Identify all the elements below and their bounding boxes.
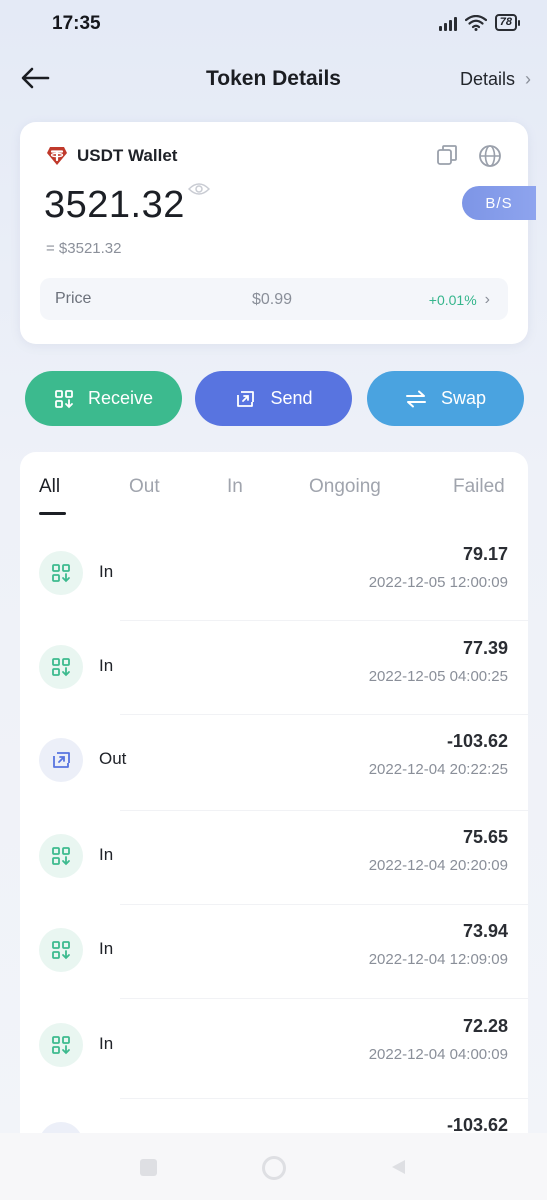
swap-arrows-icon (405, 390, 426, 407)
divider (120, 998, 528, 999)
transaction-row[interactable]: In 79.17 2022-12-05 12:00:09 (20, 544, 528, 645)
tab-failed[interactable]: Failed (453, 476, 505, 498)
divider (120, 1098, 528, 1099)
filter-tabs: All Out In Ongoing Failed (20, 476, 528, 516)
home-button[interactable] (262, 1156, 286, 1180)
transactions-panel: All Out In Ongoing Failed In 79.17 2022-… (20, 452, 528, 1166)
divider (120, 904, 528, 905)
status-bar: 17:35 78 (0, 0, 547, 50)
copy-icon[interactable] (436, 144, 458, 166)
receive-qr-icon (39, 551, 83, 595)
tab-out[interactable]: Out (129, 476, 160, 498)
transaction-row[interactable]: Out -103.62 2022-12-04 20:22:25 (20, 731, 528, 832)
receive-label: Receive (87, 388, 154, 408)
price-label: Price (55, 290, 92, 307)
wallet-card: USDT Wallet 3521.32 = $3521.32 B/S Price… (20, 122, 536, 344)
nav-bar: Token Details Details › (0, 52, 547, 108)
send-arrow-icon (237, 390, 255, 407)
tab-all[interactable]: All (39, 476, 60, 498)
receive-qr-icon (39, 928, 83, 972)
transaction-type: In (99, 656, 114, 675)
tab-ongoing[interactable]: Ongoing (309, 476, 381, 498)
transaction-type: In (99, 1034, 114, 1053)
price-change: +0.01% › (429, 291, 490, 309)
tether-logo-icon (47, 147, 67, 165)
transaction-date: 2022-12-04 12:09:09 (368, 951, 508, 968)
fiat-value: = $3521.32 (46, 240, 122, 257)
transaction-type: In (99, 845, 114, 864)
chevron-right-icon: › (484, 291, 490, 308)
wallet-name: USDT Wallet (77, 146, 178, 165)
transaction-date: 2022-12-05 12:00:09 (368, 574, 508, 591)
transaction-row[interactable]: In 75.65 2022-12-04 20:20:09 (20, 827, 528, 928)
transaction-amount: 72.28 (462, 1016, 508, 1036)
swap-button[interactable]: Swap (367, 371, 524, 426)
wallet-balance: 3521.32 (44, 184, 185, 226)
price-change-value: +0.01% (428, 292, 477, 308)
send-button[interactable]: Send (195, 371, 352, 426)
globe-icon[interactable] (478, 144, 502, 168)
receive-qr-icon (39, 645, 83, 689)
buy-sell-button[interactable]: B/S (462, 186, 536, 220)
wifi-icon (464, 14, 487, 31)
transaction-date: 2022-12-04 20:20:09 (368, 857, 508, 874)
receive-qr-icon (55, 389, 73, 408)
transaction-type: In (99, 939, 114, 958)
transaction-amount: 79.17 (462, 544, 508, 564)
transaction-amount: 75.65 (462, 827, 508, 847)
transaction-type: In (99, 562, 114, 581)
receive-qr-icon (39, 1023, 83, 1067)
tab-in[interactable]: In (227, 476, 243, 498)
wallet-header: USDT Wallet (46, 146, 177, 166)
transaction-row[interactable]: In 77.39 2022-12-05 04:00:25 (20, 638, 528, 739)
system-nav-bar (0, 1133, 547, 1200)
divider (120, 620, 528, 621)
receive-button[interactable]: Receive (25, 371, 182, 426)
chevron-right-icon: › (525, 69, 531, 89)
system-back-icon[interactable] (389, 1158, 407, 1176)
recent-apps-button[interactable] (140, 1159, 157, 1176)
divider (120, 810, 528, 811)
eye-icon[interactable] (188, 182, 210, 196)
divider (120, 714, 528, 715)
transaction-amount: 73.94 (462, 921, 508, 941)
status-icons: 78 (438, 14, 521, 31)
active-tab-indicator (39, 512, 66, 515)
transaction-date: 2022-12-04 04:00:09 (368, 1046, 508, 1063)
transaction-amount: -103.62 (446, 731, 508, 751)
transaction-amount: 77.39 (462, 638, 508, 658)
transaction-row[interactable]: In 73.94 2022-12-04 12:09:09 (20, 921, 528, 1022)
card-icons (436, 144, 502, 168)
transaction-date: 2022-12-05 04:00:25 (368, 668, 508, 685)
receive-qr-icon (39, 834, 83, 878)
details-link[interactable]: Details › (460, 69, 531, 90)
signal-icon (438, 15, 457, 31)
status-time: 17:35 (52, 13, 101, 34)
transaction-date: 2022-12-04 20:22:25 (368, 761, 508, 778)
swap-label: Swap (440, 388, 487, 408)
battery-icon: 78 (494, 14, 521, 31)
price-row[interactable]: Price $0.99 +0.01% › (40, 278, 508, 320)
send-arrow-icon (39, 738, 83, 782)
transaction-row[interactable]: In 72.28 2022-12-04 04:00:09 (20, 1016, 528, 1117)
price-value: $0.99 (252, 291, 293, 308)
details-label: Details (459, 69, 515, 89)
send-label: Send (270, 388, 313, 408)
transaction-type: Out (99, 749, 127, 768)
